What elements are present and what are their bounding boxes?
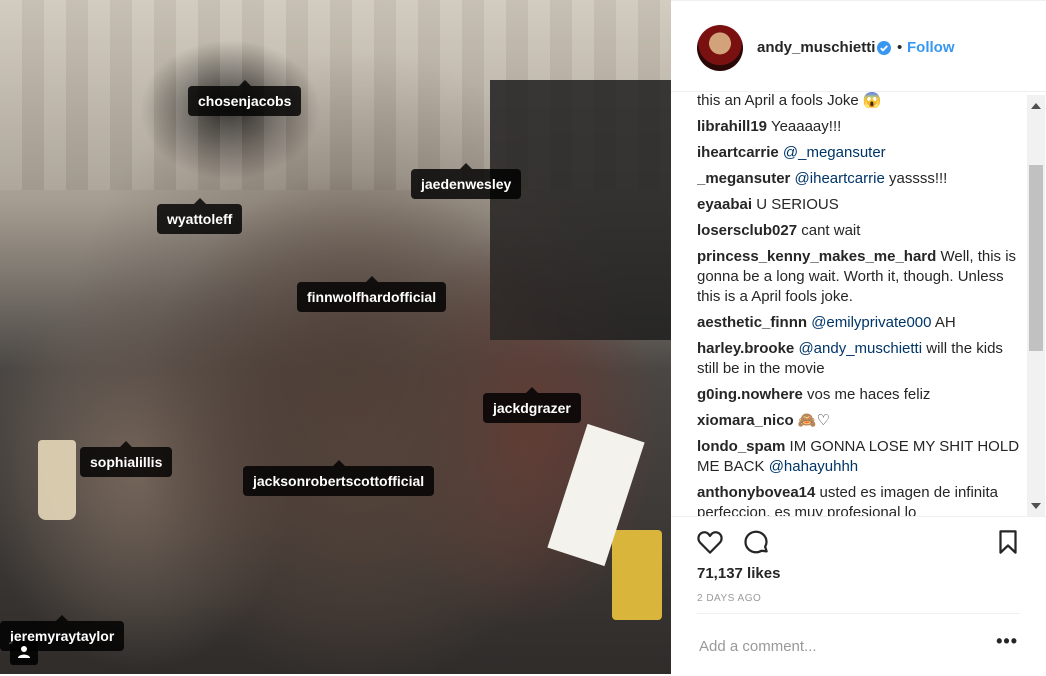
comment-username[interactable]: anthonybovea14 [697,484,815,501]
comment-username[interactable]: londo_spam [697,438,785,455]
user-tag-wyattoleff[interactable]: wyattoleff [157,198,243,234]
comment-item: this an April a fools Joke 😱 [697,91,1024,111]
user-tag-jaedenwesley[interactable]: jaedenwesley [411,163,522,199]
comment-mention[interactable]: @andy_muschietti [798,340,922,357]
photo-bucket [612,530,662,620]
comment-text: Yeaaaay!!! [770,118,842,135]
comment-text: 🙈♡ [797,412,831,429]
comment-item: losersclub027 cant wait [697,221,1024,241]
photo-group-of-people [60,40,640,674]
add-comment-section: ••• [697,613,1020,676]
comment-text: cant wait [801,222,861,239]
post-sidebar: andy_muschietti • Follow this an April a… [671,0,1046,674]
comment-item: harley.brooke @andy_muschietti will the … [697,339,1024,379]
comment-item: librahill19 Yeaaaay!!! [697,117,1024,137]
comment-item: xiomara_nico 🙈♡ [697,411,1024,431]
comment-mention[interactable]: @emilyprivate000 [811,314,931,331]
verified-badge-icon [877,41,891,55]
user-tag-jacksonrobertscottofficial[interactable]: jacksonrobertscottofficial [243,460,435,496]
scrollbar-thumb[interactable] [1029,165,1043,351]
comments-scrollbar[interactable] [1027,95,1045,517]
like-button[interactable] [695,527,725,557]
user-tag-jackdgrazer[interactable]: jackdgrazer [483,387,581,423]
comment-item: eyaabai U SERIOUS [697,195,1024,215]
comment-item: iheartcarrie @_megansuter [697,143,1024,163]
more-options-icon[interactable]: ••• [996,632,1018,650]
post-timestamp[interactable]: 2 DAYS AGO [697,593,761,604]
comment-item: g0ing.nowhere vos me haces feliz [697,385,1024,405]
comment-mention[interactable]: @_megansuter [783,144,886,161]
likes-count[interactable]: 71,137 likes [697,565,780,582]
comment-text: this an April a fools Joke 😱 [697,92,882,109]
comment-username[interactable]: eyaabai [697,196,752,213]
follow-button[interactable]: Follow [907,39,955,56]
comment-item: _megansuter @iheartcarrie yassss!!! [697,169,1024,189]
comment-item: londo_spam IM GONNA LOSE MY SHIT HOLD ME… [697,437,1024,477]
photo-cup [38,440,76,520]
person-icon [18,646,30,658]
user-tag-sophialillis[interactable]: sophialillis [80,441,173,477]
comments-list[interactable]: this an April a fools Joke 😱 librahill19… [697,91,1024,516]
comment-username[interactable]: librahill19 [697,118,767,135]
comment-text: U SERIOUS [756,196,839,213]
user-tag-finnwolfhardofficial[interactable]: finnwolfhardofficial [297,276,447,312]
post-header: andy_muschietti • Follow [671,1,1046,92]
comment-item: aesthetic_finnn @emilyprivate000 AH [697,313,1024,333]
tagged-users-icon[interactable] [10,641,38,665]
comment-item: anthonybovea14 usted es imagen de infini… [697,483,1024,516]
scroll-up-arrow-icon[interactable] [1031,103,1041,109]
comment-username[interactable]: _megansuter [697,170,790,187]
separator-dot: • [897,39,903,56]
username-link[interactable]: andy_muschietti [757,39,875,56]
comment-button[interactable] [741,527,771,557]
avatar[interactable] [697,25,743,71]
bookmark-icon [999,530,1017,554]
comment-username[interactable]: princess_kenny_makes_me_hard [697,248,936,265]
comment-mention[interactable]: @iheartcarrie [795,170,885,187]
comment-username[interactable]: g0ing.nowhere [697,386,803,403]
comment-username[interactable]: iheartcarrie [697,144,779,161]
comment-text: vos me haces feliz [807,386,931,403]
save-button[interactable] [993,527,1023,557]
comment-item: princess_kenny_makes_me_hard Well, this … [697,247,1024,307]
heart-icon [697,531,723,554]
comment-mention[interactable]: @hahayuhhh [769,458,858,475]
comment-bubble-icon [744,530,768,554]
add-comment-input[interactable] [697,628,991,664]
comment-username[interactable]: losersclub027 [697,222,797,239]
scroll-down-arrow-icon[interactable] [1031,503,1041,509]
user-tag-chosenjacobs[interactable]: chosenjacobs [188,80,302,116]
post-photo[interactable]: chosenjacobs jaedenwesley wyattoleff fin… [0,0,671,674]
comment-username[interactable]: harley.brooke [697,340,794,357]
comment-username[interactable]: xiomara_nico [697,412,794,429]
comment-text: AH [934,314,956,331]
post-actions [671,516,1046,567]
comment-username[interactable]: aesthetic_finnn [697,314,807,331]
comment-text: yassss!!! [888,170,948,187]
